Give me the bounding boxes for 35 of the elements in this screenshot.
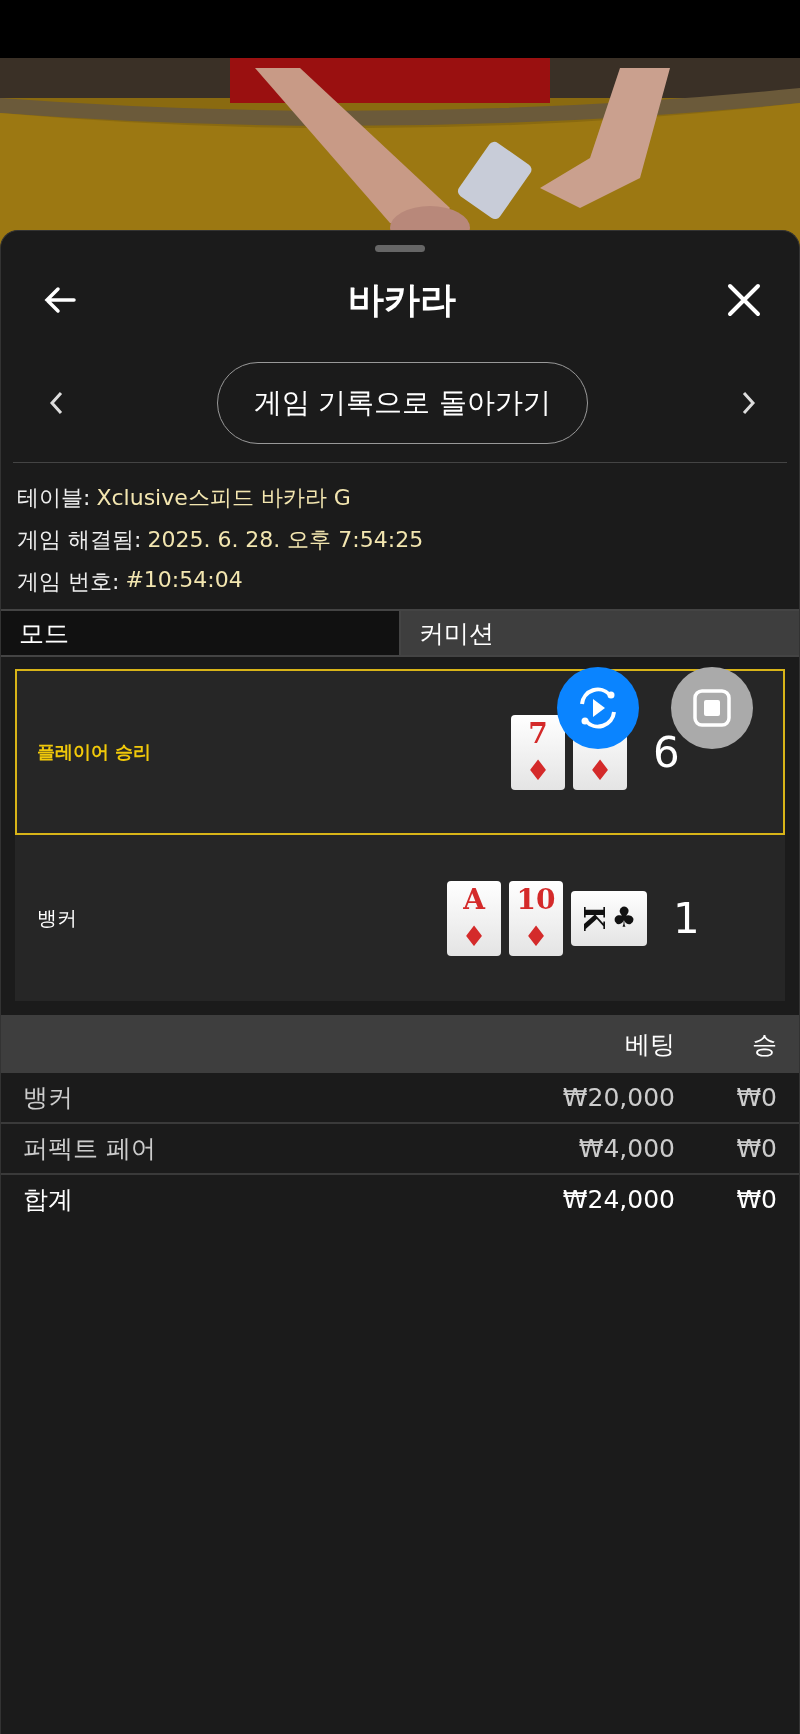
hand-label: 뱅커 [37, 904, 78, 932]
hand-score: 6 [652, 727, 681, 777]
hand-label: 플레이어 승리 [37, 740, 153, 764]
info-value: 2025. 6. 28. 오후 7:54:25 [147, 526, 424, 551]
info-value: #10:54:04 [125, 567, 243, 593]
table-cell-text: ₩24,000 [561, 1185, 675, 1214]
column-header: 베팅 [624, 1028, 675, 1061]
playing-card: K ♣ [571, 890, 647, 946]
table-cell-text: 합계 [22, 1184, 74, 1216]
info-label: 게임 해결됨: [17, 526, 142, 551]
suit-symbol: ♦ [523, 922, 549, 951]
hand-score: 1 [672, 893, 701, 943]
info-value: Xclusive스피드 바카라 G [96, 484, 351, 509]
suit-symbol: ♣ [611, 904, 637, 932]
table-cell-text: ₩0 [735, 1083, 778, 1112]
table-cell-text: 퍼펙트 페어 [22, 1133, 157, 1165]
tab[interactable]: 모드 [1, 611, 401, 655]
table-cell-text: ₩4,000 [577, 1134, 675, 1163]
info-label: 게임 번호: [17, 568, 120, 593]
suit-symbol: ♦ [587, 756, 613, 785]
drag-handle[interactable] [375, 245, 425, 252]
playing-card: 10 ♦ [509, 880, 563, 956]
tab[interactable]: 커미션 [401, 611, 799, 655]
playing-card: A ♦ [447, 880, 501, 956]
table-cell-text: ₩0 [735, 1134, 778, 1163]
table-cell-text: ₩0 [735, 1185, 778, 1214]
info-label: 테이블: [17, 484, 91, 509]
table-cell-text: ₩20,000 [561, 1083, 675, 1112]
table-cell-text: 뱅커 [22, 1082, 74, 1114]
suit-symbol: ♦ [525, 756, 551, 785]
window-title: 바카라 [348, 277, 456, 322]
close-icon[interactable] [725, 281, 763, 319]
suit-symbol: ♦ [461, 922, 487, 951]
playing-card: 7 ♦ [511, 714, 565, 790]
column-header: 승 [751, 1028, 778, 1061]
